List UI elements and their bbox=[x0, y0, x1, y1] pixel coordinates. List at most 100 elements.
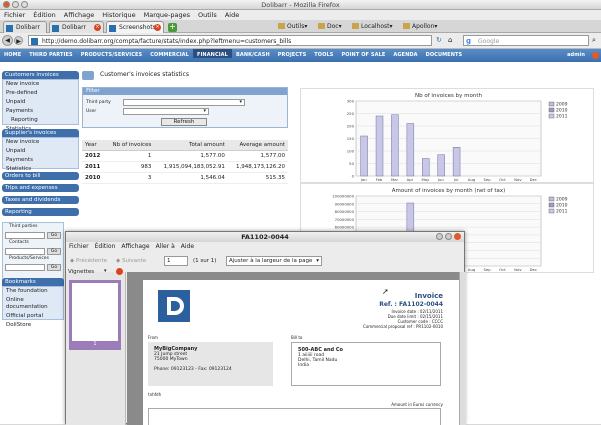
sidebar-suppliers-invoices-header[interactable]: Supplier's invoices bbox=[2, 129, 79, 137]
search-input[interactable]: g Google bbox=[463, 35, 589, 46]
sidebar-reporting[interactable]: Reporting bbox=[2, 208, 79, 216]
invoice-note: tnhfdh bbox=[148, 392, 162, 397]
close-panel-icon[interactable] bbox=[116, 268, 123, 275]
search-icon[interactable]: ⌕ bbox=[592, 36, 596, 45]
viewer-minimize-icon[interactable] bbox=[436, 233, 443, 240]
viewer-menu-edit[interactable]: Édition bbox=[92, 242, 119, 251]
products-search-input[interactable] bbox=[5, 264, 45, 271]
viewer-maximize-icon[interactable] bbox=[445, 233, 452, 240]
sidebar-bookmark[interactable]: Online documentation bbox=[3, 296, 63, 312]
sidebar-item[interactable]: Unpaid bbox=[3, 98, 78, 107]
sidebar-item[interactable]: Reporting bbox=[3, 116, 78, 125]
legend-swatch bbox=[548, 113, 555, 119]
sidebar-item[interactable]: Unpaid bbox=[3, 147, 78, 156]
forward-icon[interactable]: ▶ bbox=[14, 36, 23, 45]
close-window-icon[interactable] bbox=[3, 1, 10, 8]
sidebar-bookmark[interactable]: Official portal bbox=[3, 312, 63, 321]
contacts-search-input[interactable] bbox=[5, 248, 45, 255]
menu-file[interactable]: Fichier bbox=[0, 10, 29, 20]
previous-page-button[interactable]: ◆ Précédente bbox=[70, 258, 107, 264]
url-bar[interactable]: http://demo.dolibarr.org/compta/facture/… bbox=[28, 35, 432, 46]
viewer-menu-help[interactable]: Aide bbox=[178, 242, 197, 251]
menu-agenda[interactable]: AGENDA bbox=[389, 49, 421, 58]
table-header-row: Year Nb of invoices Total amount Average… bbox=[82, 140, 288, 151]
chart-invoices-count-svg: Nb of invoices by month 0 50 100 150 200 250 30… bbox=[347, 93, 568, 182]
menu-pos[interactable]: POINT OF SALE bbox=[337, 49, 389, 58]
sidebar-item[interactable]: New invoice bbox=[3, 138, 78, 147]
user-select[interactable]: ▾ bbox=[123, 108, 209, 115]
contacts-go-button[interactable]: Go bbox=[47, 248, 61, 255]
menu-help[interactable]: Aide bbox=[221, 10, 243, 20]
sidebar-item[interactable]: Pre-defined bbox=[3, 89, 78, 98]
close-tab-icon[interactable]: × bbox=[154, 24, 161, 31]
viewer-menu-goto[interactable]: Aller à bbox=[153, 242, 178, 251]
third-parties-go-button[interactable]: Go bbox=[47, 232, 61, 239]
reload-icon[interactable]: ↻ bbox=[436, 36, 442, 44]
tab-screenshots[interactable]: Screenshots × bbox=[106, 21, 164, 33]
viewer-close-icon[interactable] bbox=[454, 233, 461, 240]
minimize-window-icon[interactable] bbox=[12, 1, 19, 8]
viewer-menu-view[interactable]: Affichage bbox=[118, 242, 152, 251]
chart-bar bbox=[406, 123, 415, 177]
bookmark-doc[interactable]: Doc▾ bbox=[318, 23, 342, 30]
menu-view[interactable]: Affichage bbox=[60, 10, 99, 20]
app-top-menu: HOME THIRD PARTIES PRODUCTS/SERVICES COMMER… bbox=[0, 49, 601, 62]
maximize-window-icon[interactable] bbox=[21, 1, 28, 8]
logout-icon[interactable] bbox=[592, 52, 599, 59]
third-party-select[interactable]: ▾ bbox=[123, 99, 245, 106]
menu-commercial[interactable]: COMMERCIAL bbox=[146, 49, 193, 58]
menu-home[interactable]: HOME bbox=[0, 49, 25, 58]
sidebar-orders-to-bill[interactable]: Orders to bill bbox=[2, 172, 79, 180]
legend-swatch bbox=[548, 208, 555, 214]
menu-projects[interactable]: PROJECTS bbox=[274, 49, 311, 58]
sidebar-customers-invoices-header[interactable]: Customers invoices bbox=[2, 71, 79, 79]
sidebar-item[interactable]: New invoice bbox=[3, 80, 78, 89]
sidebar-item[interactable]: Payments bbox=[3, 156, 78, 165]
third-parties-search-input[interactable] bbox=[5, 232, 45, 239]
user-name[interactable]: admin bbox=[563, 49, 589, 58]
chart-bar bbox=[375, 115, 384, 177]
menu-bookmarks[interactable]: Marque-pages bbox=[140, 10, 194, 20]
sidebar-taxes-dividends[interactable]: Taxes and dividends bbox=[2, 196, 79, 204]
sidebar-trips-expenses[interactable]: Trips and expenses bbox=[2, 184, 79, 192]
sidebar-bookmarks-header[interactable]: Bookmarks bbox=[2, 278, 64, 286]
page-thumbnail[interactable]: 1 bbox=[69, 280, 121, 350]
back-icon[interactable]: ◀ bbox=[2, 35, 13, 46]
menu-products[interactable]: PRODUCTS/SERVICES bbox=[77, 49, 146, 58]
zoom-select[interactable]: Ajuster à la largeur de la page ▾ bbox=[226, 256, 322, 266]
home-icon[interactable]: ⌂ bbox=[448, 36, 452, 44]
menu-financial[interactable]: FINANCIAL bbox=[192, 49, 232, 58]
chart-title: Amount of invoices by month (net of tax) bbox=[392, 188, 506, 194]
menu-edit[interactable]: Édition bbox=[29, 10, 60, 20]
refresh-button[interactable]: Refresh bbox=[161, 118, 207, 126]
viewer-menu-file[interactable]: Fichier bbox=[66, 242, 92, 251]
sidebar-item[interactable]: Payments bbox=[3, 107, 78, 116]
menu-tools[interactable]: Outils bbox=[194, 10, 221, 20]
sidebar-bookmark[interactable]: DoliStore bbox=[3, 321, 63, 330]
column-header: Nb of invoices bbox=[105, 140, 155, 151]
tab-label: Dolibarr bbox=[16, 24, 40, 31]
products-go-button[interactable]: Go bbox=[47, 264, 61, 271]
tab-dolibarr-2[interactable]: Dolibarr × bbox=[49, 21, 104, 33]
bookmark-localhost[interactable]: Localhost▾ bbox=[352, 23, 393, 30]
contacts-label: Contacts bbox=[9, 240, 29, 245]
table-cell: 1 bbox=[105, 150, 155, 162]
tab-dolibarr-1[interactable]: Dolibarr bbox=[3, 21, 47, 33]
menu-bank[interactable]: BANK/CASH bbox=[232, 49, 274, 58]
menu-history[interactable]: Historique bbox=[98, 10, 139, 20]
bookmark-apollon[interactable]: Apollon▾ bbox=[403, 23, 437, 30]
next-page-button[interactable]: ◆ Suivante bbox=[116, 258, 146, 264]
vertical-scrollbar[interactable] bbox=[459, 272, 466, 425]
menu-third-parties[interactable]: THIRD PARTIES bbox=[25, 49, 77, 58]
window-title: Dolibarr - Mozilla Firefox bbox=[261, 1, 340, 9]
close-tab-icon[interactable]: × bbox=[94, 24, 101, 31]
menu-documents[interactable]: DOCUMENTS bbox=[422, 49, 467, 58]
new-tab-icon[interactable]: + bbox=[168, 23, 177, 32]
to-country: India bbox=[298, 363, 310, 368]
chevron-down-icon[interactable]: ▾ bbox=[104, 268, 107, 274]
thumbnails-label[interactable]: Vignettes bbox=[68, 269, 94, 275]
sidebar-bookmark[interactable]: The foundation bbox=[3, 287, 63, 296]
menu-tools[interactable]: TOOLS bbox=[310, 49, 337, 58]
bookmark-outils[interactable]: Outils▾ bbox=[278, 23, 307, 30]
page-number-input[interactable]: 1 bbox=[164, 256, 188, 266]
